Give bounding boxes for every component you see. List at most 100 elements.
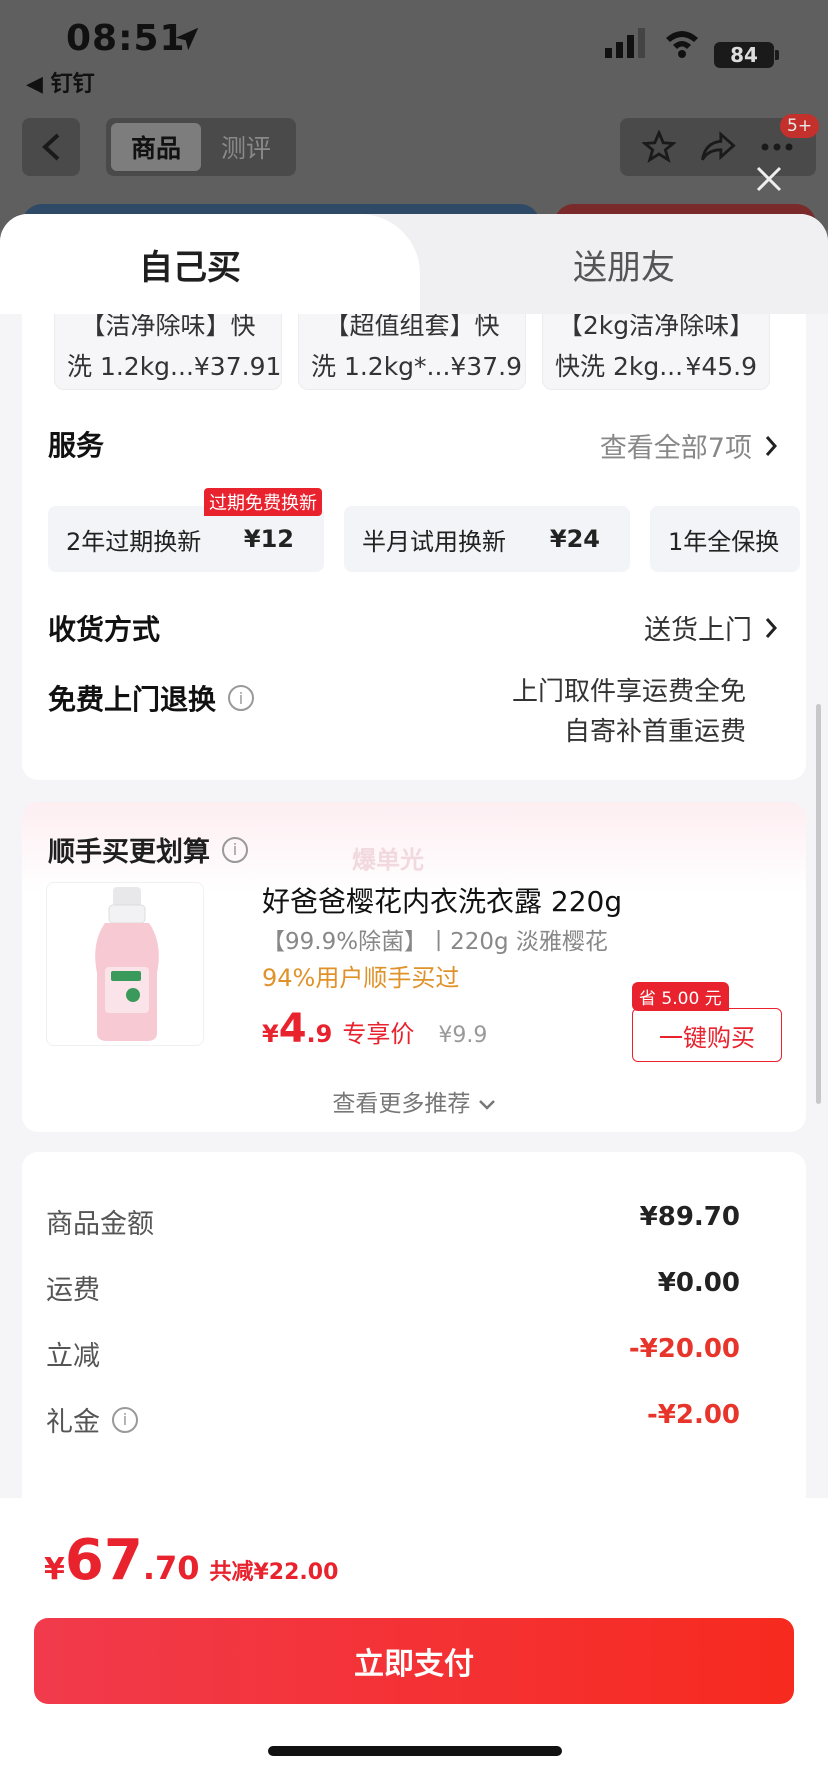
variant-name: 洗 1.2kg*... bbox=[311, 352, 451, 381]
total-decimal: .70 bbox=[142, 1549, 200, 1587]
free-return-title-row: 免费上门退换 i bbox=[48, 678, 255, 718]
scrollbar[interactable] bbox=[816, 704, 821, 1104]
price-symbol: ¥ bbox=[262, 1020, 279, 1048]
chevron-right-icon bbox=[765, 617, 778, 638]
star-icon[interactable] bbox=[641, 130, 676, 164]
service-option[interactable]: 2年过期换新 ¥12 过期免费换新 bbox=[48, 488, 324, 572]
see-more-recommendations[interactable]: 查看更多推荐 bbox=[22, 1084, 806, 1118]
price-integer: 4 bbox=[278, 1006, 307, 1052]
product-price: ¥ 4 .9 专享价 ¥9.9 bbox=[262, 1006, 487, 1052]
free-return-line1: 上门取件享运费全免 bbox=[511, 677, 746, 707]
total-integer: 67 bbox=[64, 1528, 143, 1593]
price-row-label: 礼金 bbox=[46, 1407, 100, 1438]
free-return-title: 免费上门退换 bbox=[48, 683, 217, 716]
service-view-all[interactable]: 查看全部7项 bbox=[600, 426, 778, 465]
recommendation-card: 顺手买更划算 i 爆单光 好爸爸樱花内衣洗衣露 220g 【99.9%除菌】丨2… bbox=[22, 802, 806, 1132]
tab-buy-self[interactable]: 自己买 bbox=[0, 214, 420, 314]
total-price: ¥ 67 .70 共减¥22.00 bbox=[44, 1528, 338, 1593]
price-row-value: ¥89.70 bbox=[639, 1202, 740, 1232]
product-tab-switch: 商品 测评 bbox=[106, 118, 296, 176]
battery-indicator: 84 bbox=[714, 42, 779, 68]
product-spec: 【99.9%除菌】丨220g 淡雅樱花 bbox=[262, 929, 608, 955]
product-image[interactable] bbox=[46, 882, 204, 1046]
close-icon[interactable] bbox=[752, 162, 786, 196]
price-row-label: 商品金额 bbox=[46, 1209, 154, 1240]
back-to-app-link[interactable]: ◀ 钉钉 bbox=[26, 66, 95, 98]
status-bar: 08:51 ◀ 钉钉 84 bbox=[0, 0, 828, 110]
wifi-icon bbox=[666, 31, 698, 58]
price-row: 运费 ¥0.00 bbox=[46, 1268, 740, 1307]
share-icon[interactable] bbox=[699, 130, 737, 164]
chevron-down-icon bbox=[478, 1100, 495, 1110]
service-name: 半月试用换新 bbox=[362, 527, 506, 556]
variant-title: 【洁净除味】快 bbox=[80, 314, 256, 340]
price-row: 商品金额 ¥89.70 bbox=[46, 1202, 740, 1241]
see-more-label: 查看更多推荐 bbox=[332, 1091, 471, 1117]
variant-price: ¥45.9 bbox=[685, 352, 757, 381]
save-badge: 省 5.00 元 bbox=[632, 982, 729, 1011]
status-time: 08:51 bbox=[66, 18, 186, 59]
tab-review[interactable]: 测评 bbox=[201, 123, 291, 171]
price-row-value: ¥0.00 bbox=[657, 1268, 740, 1298]
price-row-value: -¥2.00 bbox=[646, 1400, 740, 1430]
purchase-mode-tabs: 送朋友 自己买 bbox=[0, 214, 828, 314]
variant-name: 洗 1.2kg... bbox=[67, 352, 194, 381]
price-row: 礼金 i -¥2.00 bbox=[46, 1400, 740, 1439]
service-list: 2年过期换新 ¥12 过期免费换新 半月试用换新 ¥24 1年全保换 bbox=[48, 488, 800, 572]
service-price: ¥24 bbox=[549, 525, 600, 553]
variant-title: 【超值组套】快 bbox=[324, 314, 500, 340]
nav-back-button[interactable] bbox=[22, 118, 80, 176]
bought-ratio: 94%用户顺手买过 bbox=[262, 964, 460, 992]
price-row: 立减 -¥20.00 bbox=[46, 1334, 740, 1373]
info-icon[interactable]: i bbox=[112, 1406, 138, 1433]
delivery-method[interactable]: 送货上门 bbox=[644, 608, 778, 647]
chevron-right-icon bbox=[765, 435, 778, 456]
tab-product[interactable]: 商品 bbox=[111, 123, 201, 171]
variant-name: 快洗 2kg... bbox=[555, 352, 684, 381]
service-badge: 过期免费换新 bbox=[204, 488, 322, 516]
home-indicator bbox=[268, 1746, 562, 1756]
detergent-bottle-image bbox=[95, 887, 159, 1041]
service-option[interactable]: 1年全保换 bbox=[650, 506, 800, 572]
one-click-buy-button[interactable]: 一键购买 bbox=[632, 1008, 782, 1062]
recommend-title: 顺手买更划算 bbox=[48, 837, 210, 868]
original-price: ¥9.9 bbox=[438, 1023, 488, 1048]
variant-list: 【洁净除味】快 洗 1.2kg... ¥37.91 【超值组套】快 洗 1.2kg… bbox=[54, 314, 770, 390]
price-row-value: -¥20.00 bbox=[628, 1334, 740, 1364]
free-return-info: 上门取件享运费全免 自寄补首重运费 bbox=[512, 672, 746, 752]
pay-now-button[interactable]: 立即支付 bbox=[34, 1618, 794, 1704]
tab-gift-friend[interactable]: 送朋友 bbox=[420, 214, 828, 314]
product-name[interactable]: 好爸爸樱花内衣洗衣露 220g bbox=[262, 880, 622, 920]
service-title: 服务 bbox=[48, 429, 105, 462]
more-icon[interactable] bbox=[760, 142, 794, 152]
free-return-line2: 自寄补首重运费 bbox=[563, 717, 746, 747]
info-icon[interactable]: i bbox=[222, 836, 248, 863]
location-arrow-icon bbox=[175, 27, 199, 51]
service-name: 1年全保换 bbox=[668, 527, 780, 556]
variant-option[interactable]: 【2kg洁净除味】 快洗 2kg... ¥45.9 bbox=[542, 314, 770, 390]
service-view-all-label: 查看全部7项 bbox=[599, 433, 752, 464]
service-price: ¥12 bbox=[243, 525, 294, 553]
checkout-bar: ¥ 67 .70 共减¥22.00 立即支付 bbox=[0, 1498, 828, 1792]
watermark: 爆单光 bbox=[352, 846, 424, 874]
variant-price: ¥37.9 bbox=[450, 352, 522, 381]
price-row-label: 运费 bbox=[46, 1275, 100, 1306]
options-card: 【洁净除味】快 洗 1.2kg... ¥37.91 【超值组套】快 洗 1.2kg… bbox=[22, 314, 806, 780]
chevron-left-icon bbox=[42, 133, 60, 161]
recommend-title-row: 顺手买更划算 i bbox=[48, 830, 248, 869]
variant-title: 【2kg洁净除味】 bbox=[557, 314, 755, 340]
purchase-sheet: 送朋友 自己买 【洁净除味】快 洗 1.2kg... ¥37.91 【超值组套】快… bbox=[0, 214, 828, 1792]
total-symbol: ¥ bbox=[44, 1552, 65, 1587]
total-saved: 共减¥22.00 bbox=[209, 1560, 339, 1585]
variant-price: ¥37.91 bbox=[193, 352, 282, 381]
delivery-value: 送货上门 bbox=[644, 615, 752, 646]
delivery-title: 收货方式 bbox=[48, 613, 161, 646]
service-option[interactable]: 半月试用换新 ¥24 bbox=[344, 506, 630, 572]
variant-option[interactable]: 【洁净除味】快 洗 1.2kg... ¥37.91 bbox=[54, 314, 282, 390]
info-icon[interactable]: i bbox=[228, 685, 255, 711]
cellular-signal-icon bbox=[605, 28, 645, 58]
price-tag: 专享价 bbox=[342, 1020, 415, 1048]
notification-badge: 5+ bbox=[780, 114, 820, 138]
price-decimal: .9 bbox=[306, 1020, 333, 1048]
variant-option[interactable]: 【超值组套】快 洗 1.2kg*... ¥37.9 bbox=[298, 314, 526, 390]
